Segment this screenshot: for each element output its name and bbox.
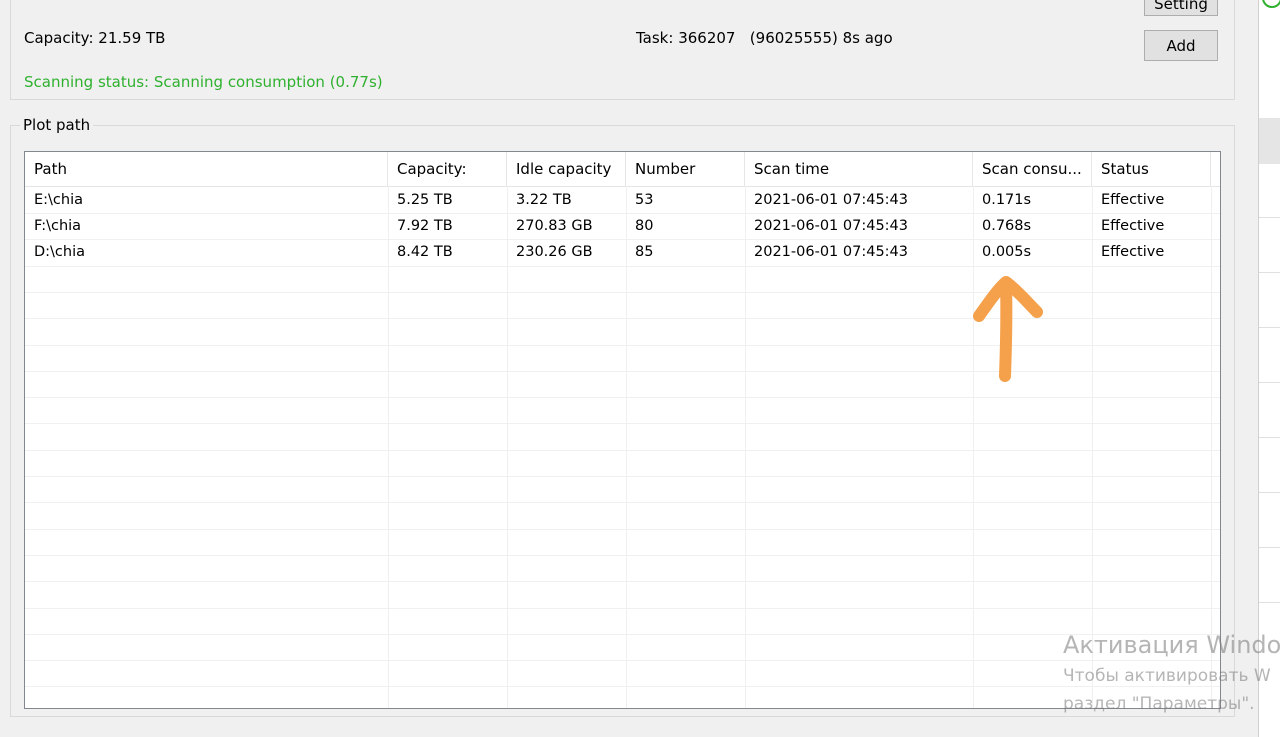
side-panel-divider <box>1259 382 1280 383</box>
side-panel-selected-item[interactable] <box>1259 118 1280 164</box>
activation-watermark-line: раздел "Параметры". <box>1063 694 1255 714</box>
task-detail: (96025555) 8s ago <box>749 29 893 47</box>
grid-line <box>25 397 1220 399</box>
side-panel-divider <box>1259 272 1280 273</box>
total-capacity: Capacity: 21.59 TB <box>24 29 165 47</box>
cell-scan-time: 2021-06-01 07:45:43 <box>754 192 908 208</box>
app-window: Capacity: 21.59 TB Task: 366207 (9602555… <box>0 0 1280 737</box>
cell-status: Effective <box>1101 218 1165 234</box>
task-info: Task: 366207 (96025555) 8s ago <box>636 29 893 47</box>
cell-idle-capacity: 270.83 GB <box>516 218 593 234</box>
side-panel-divider <box>1259 437 1280 438</box>
grid-line <box>25 265 1220 267</box>
side-panel-divider <box>1259 492 1280 493</box>
cell-scan-time: 2021-06-01 07:45:43 <box>754 218 908 234</box>
cell-status: Effective <box>1101 192 1165 208</box>
grid-line <box>25 449 1220 451</box>
grid-line <box>25 502 1220 504</box>
grid-line <box>25 528 1220 530</box>
task-label: Task: <box>636 29 674 47</box>
cell-path: D:\chia <box>34 244 86 260</box>
grid-line <box>25 423 1220 425</box>
scanning-status-label: Scanning status: <box>24 73 150 91</box>
side-panel-divider <box>1259 602 1280 603</box>
side-panel-edge <box>1258 0 1280 737</box>
cell-number: 85 <box>635 244 654 260</box>
cell-scan-time: 2021-06-01 07:45:43 <box>754 244 908 260</box>
cell-capacity: 8.42 TB <box>397 244 453 260</box>
total-capacity-label: Capacity: <box>24 29 94 47</box>
column-header-path[interactable]: Path <box>25 152 388 186</box>
table-row[interactable]: E:\chia 5.25 TB 3.22 TB 53 2021-06-01 07… <box>25 187 1220 213</box>
table-row[interactable]: F:\chia 7.92 TB 270.83 GB 80 2021-06-01 … <box>25 213 1220 239</box>
grid-line <box>25 554 1220 556</box>
column-header-number[interactable]: Number <box>626 152 745 186</box>
cell-scan-consumption: 0.768s <box>982 218 1032 234</box>
plot-path-group-title: Plot path <box>20 116 94 134</box>
grid-line <box>25 607 1220 609</box>
grid-line <box>25 581 1220 583</box>
activation-watermark-title: Активация Windo <box>1063 631 1280 659</box>
cell-scan-consumption: 0.171s <box>982 192 1032 208</box>
cell-capacity: 7.92 TB <box>397 218 453 234</box>
cell-number: 53 <box>635 192 654 208</box>
side-panel-divider <box>1259 217 1280 218</box>
activation-watermark-line: Чтобы активировать W <box>1063 666 1271 686</box>
cell-path: E:\chia <box>34 192 84 208</box>
grid-line <box>25 476 1220 477</box>
side-panel-divider <box>1259 547 1280 548</box>
column-header-capacity[interactable]: Capacity: <box>388 152 507 186</box>
column-header-scan-consumption[interactable]: Scan consu... <box>973 152 1092 186</box>
column-header-scan-time[interactable]: Scan time <box>745 152 973 186</box>
cell-idle-capacity: 230.26 GB <box>516 244 593 260</box>
list-header: Path Capacity: Idle capacity Number Scan… <box>25 152 1220 187</box>
table-row[interactable]: D:\chia 8.42 TB 230.26 GB 85 2021-06-01 … <box>25 239 1220 265</box>
grid-line <box>25 686 1220 688</box>
setting-button[interactable]: Setting <box>1144 0 1218 16</box>
task-value: 366207 <box>678 29 736 47</box>
cell-scan-consumption: 0.005s <box>982 244 1032 260</box>
cell-status: Effective <box>1101 244 1165 260</box>
cell-path: F:\chia <box>34 218 82 234</box>
cell-number: 80 <box>635 218 654 234</box>
plot-path-list[interactable]: Path Capacity: Idle capacity Number Scan… <box>24 151 1221 709</box>
total-capacity-value: 21.59 TB <box>98 29 166 47</box>
scanning-status: Scanning status: Scanning consumption (0… <box>24 73 383 91</box>
column-header-status[interactable]: Status <box>1092 152 1211 186</box>
scanning-status-value: Scanning consumption (0.77s) <box>153 73 383 91</box>
cell-idle-capacity: 3.22 TB <box>516 192 572 208</box>
grid-line <box>25 633 1220 635</box>
column-header-idle-capacity[interactable]: Idle capacity <box>507 152 626 186</box>
arrow-up-icon <box>973 276 1043 382</box>
add-button[interactable]: Add <box>1144 30 1218 61</box>
side-panel-divider <box>1259 327 1280 328</box>
grid-line <box>25 660 1220 662</box>
cell-capacity: 5.25 TB <box>397 192 453 208</box>
